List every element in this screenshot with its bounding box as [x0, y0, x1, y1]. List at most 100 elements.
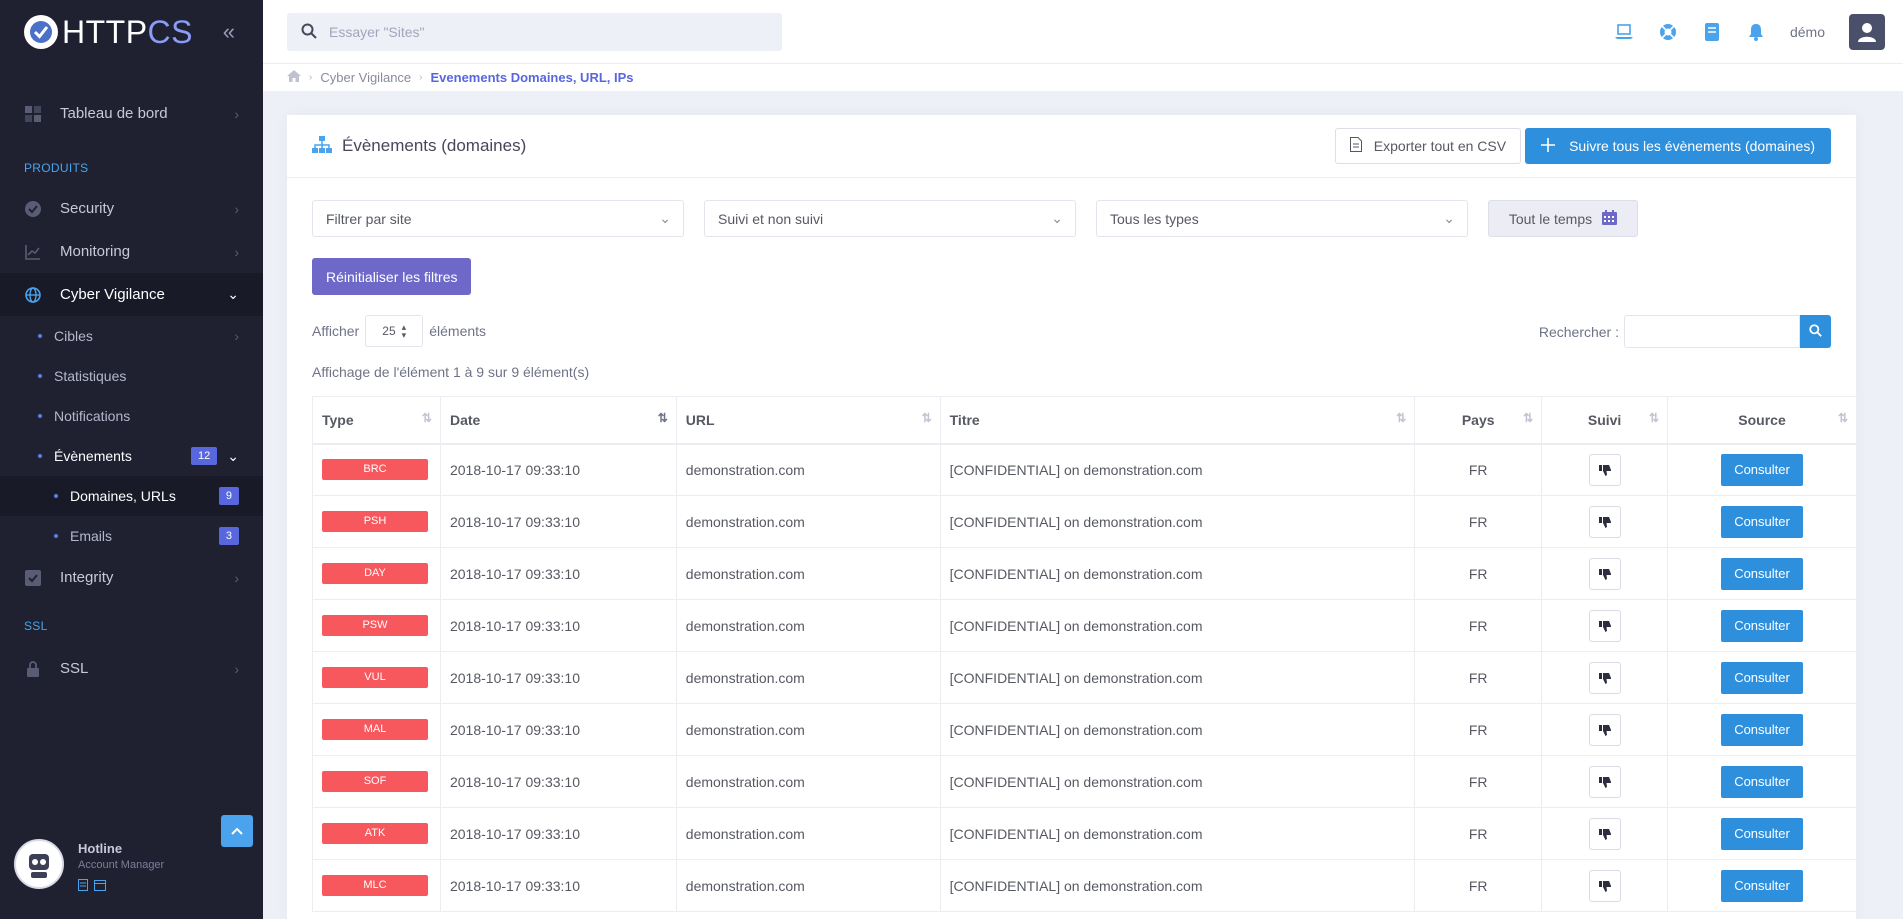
- breadcrumb-item[interactable]: Cyber Vigilance: [320, 70, 411, 85]
- consult-button[interactable]: Consulter: [1721, 505, 1804, 538]
- consult-button[interactable]: Consulter: [1721, 713, 1804, 746]
- sidebar-item-evenements[interactable]: Évènements 12 ⌄: [0, 436, 263, 476]
- bell-icon[interactable]: [1746, 22, 1766, 42]
- sort-icon: ⇅: [1523, 411, 1534, 425]
- column-header-url[interactable]: URL ⇅: [675, 396, 941, 445]
- globe-icon: [24, 286, 42, 304]
- thumbs-down-icon: [1598, 880, 1611, 892]
- table-search-input[interactable]: [1624, 315, 1800, 348]
- global-search[interactable]: [287, 13, 782, 51]
- type-badge: MAL: [322, 719, 428, 740]
- user-avatar-icon[interactable]: [1849, 14, 1885, 50]
- sidebar-footer: Hotline Account Manager: [0, 815, 263, 919]
- column-header-titre[interactable]: Titre ⇅: [939, 396, 1416, 445]
- hotline-avatar[interactable]: [14, 839, 64, 889]
- consult-button[interactable]: Consulter: [1721, 453, 1804, 486]
- column-header-suivi[interactable]: Suivi ⇅: [1541, 396, 1669, 445]
- sidebar-item-emails[interactable]: Emails 3: [0, 516, 263, 556]
- sitemap-icon: [312, 135, 332, 157]
- cell-follow: [1541, 547, 1669, 600]
- follow-all-button[interactable]: Suivre tous les évènements (domaines): [1525, 128, 1831, 164]
- follow-filter-select[interactable]: Suivi et non suivi ⌄: [704, 200, 1076, 237]
- follow-toggle-button[interactable]: [1588, 869, 1621, 902]
- table-row: SOF 2018-10-17 09:33:10 demonstration.co…: [312, 755, 1857, 808]
- type-badge: ATK: [322, 823, 428, 844]
- cell-date: 2018-10-17 09:33:10: [439, 755, 677, 808]
- thumbs-down-icon: [1598, 620, 1611, 632]
- sidebar-item-cibles[interactable]: Cibles ›: [0, 316, 263, 356]
- sidebar-item-domaines-urls[interactable]: Domaines, URLs 9: [0, 476, 263, 516]
- consult-button[interactable]: Consulter: [1721, 609, 1804, 642]
- search-input[interactable]: [329, 24, 749, 40]
- cell-date: 2018-10-17 09:33:10: [439, 495, 677, 548]
- plus-icon: [1541, 137, 1556, 155]
- calendar-icon: [1602, 209, 1618, 228]
- checkbox-icon: [24, 569, 42, 587]
- bullet-icon: [38, 414, 42, 418]
- sidebar: HTTPCS « Tableau de bord › PRODUITS Secu…: [0, 0, 263, 919]
- cell-date: 2018-10-17 09:33:10: [439, 547, 677, 600]
- calendar-icon[interactable]: [94, 879, 106, 894]
- cell-type: PSW: [312, 599, 441, 652]
- user-name[interactable]: démo: [1790, 24, 1825, 40]
- sidebar-item-ssl[interactable]: SSL ›: [0, 647, 263, 690]
- consult-button[interactable]: Consulter: [1721, 557, 1804, 590]
- breadcrumb-current[interactable]: Evenements Domaines, URL, IPs: [431, 70, 634, 85]
- scroll-top-button[interactable]: [221, 815, 253, 847]
- cell-country: FR: [1414, 599, 1543, 652]
- sidebar-item-cyber-vigilance[interactable]: Cyber Vigilance ⌄: [0, 273, 263, 316]
- column-header-source[interactable]: Source ⇅: [1667, 396, 1857, 445]
- thumbs-down-icon: [1598, 568, 1611, 580]
- cell-url: demonstration.com: [675, 651, 941, 704]
- home-icon[interactable]: [287, 70, 301, 85]
- sidebar-item-statistiques[interactable]: Statistiques: [0, 356, 263, 396]
- brand[interactable]: HTTPCS «: [0, 0, 263, 64]
- column-header-date[interactable]: Date ⇅: [439, 396, 677, 445]
- book-icon[interactable]: [1702, 22, 1722, 42]
- consult-button[interactable]: Consulter: [1721, 817, 1804, 850]
- site-filter-select[interactable]: Filtrer par site ⌄: [312, 200, 684, 237]
- bullet-icon: [38, 334, 42, 338]
- dashboard-icon: [24, 105, 42, 123]
- consult-button[interactable]: Consulter: [1721, 765, 1804, 798]
- sidebar-item-security[interactable]: Security ›: [0, 187, 263, 230]
- follow-toggle-button[interactable]: [1588, 557, 1621, 590]
- sidebar-item-dashboard[interactable]: Tableau de bord ›: [0, 92, 263, 135]
- date-range-button[interactable]: Tout le temps: [1488, 200, 1638, 237]
- sidebar-item-label: Emails: [70, 528, 113, 544]
- bullet-icon: [54, 494, 58, 498]
- follow-toggle-button[interactable]: [1588, 765, 1621, 798]
- sidebar-item-notifications[interactable]: Notifications: [0, 396, 263, 436]
- cell-type: PSH: [312, 495, 441, 548]
- cell-source: Consulter: [1667, 495, 1857, 548]
- export-csv-button[interactable]: Exporter tout en CSV: [1334, 128, 1522, 164]
- check-circle-icon: [24, 200, 42, 218]
- collapse-sidebar-icon[interactable]: «: [223, 19, 235, 45]
- sidebar-item-monitoring[interactable]: Monitoring ›: [0, 230, 263, 273]
- cell-title: [CONFIDENTIAL] on demonstration.com: [939, 443, 1416, 496]
- type-filter-select[interactable]: Tous les types ⌄: [1096, 200, 1468, 237]
- page-size-select[interactable]: 25 ▴ ▾: [365, 315, 424, 347]
- consult-button[interactable]: Consulter: [1721, 869, 1804, 902]
- sidebar-item-integrity[interactable]: Integrity ›: [0, 556, 263, 599]
- follow-toggle-button[interactable]: [1588, 817, 1621, 850]
- cell-source: Consulter: [1667, 755, 1857, 808]
- follow-toggle-button[interactable]: [1588, 713, 1621, 746]
- document-icon[interactable]: [78, 879, 88, 894]
- follow-toggle-button[interactable]: [1588, 609, 1621, 642]
- cell-country: FR: [1414, 755, 1543, 808]
- follow-toggle-button[interactable]: [1588, 453, 1621, 486]
- table-search-button[interactable]: [1800, 315, 1831, 348]
- breadcrumb: › Cyber Vigilance › Evenements Domaines,…: [263, 64, 1903, 91]
- column-header-type[interactable]: Type ⇅: [312, 396, 441, 445]
- consult-button[interactable]: Consulter: [1721, 661, 1804, 694]
- thumbs-down-icon: [1598, 828, 1611, 840]
- column-header-pays[interactable]: Pays ⇅: [1414, 396, 1543, 445]
- follow-toggle-button[interactable]: [1588, 661, 1621, 694]
- laptop-icon[interactable]: [1614, 22, 1634, 42]
- chevron-down-icon: ⌄: [227, 447, 239, 464]
- follow-all-label: Suivre tous les évènements (domaines): [1569, 138, 1815, 154]
- reset-filters-button[interactable]: Réinitialiser les filtres: [312, 258, 472, 295]
- follow-toggle-button[interactable]: [1588, 505, 1621, 538]
- lifebuoy-icon[interactable]: [1658, 22, 1678, 42]
